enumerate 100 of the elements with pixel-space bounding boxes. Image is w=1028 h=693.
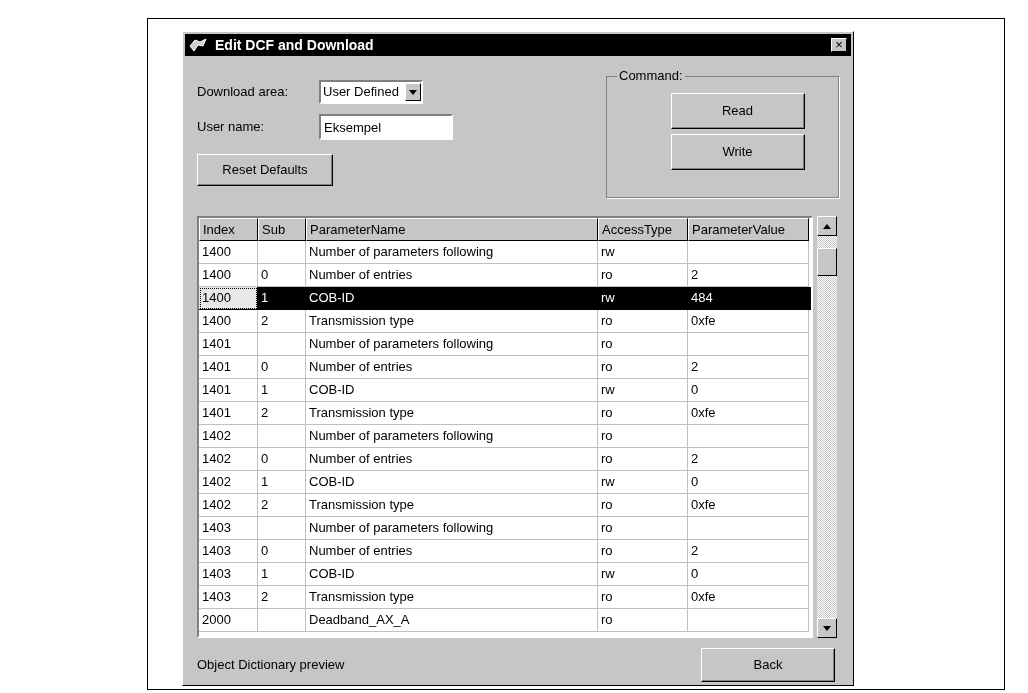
table-cell: 0 [688,471,809,494]
table-cell: 1403 [199,540,258,563]
table-row[interactable]: 1403 2 Transmission type ro 0xfe [199,586,811,609]
table-cell: Number of entries [306,448,598,471]
table-cell: 2 [258,310,306,333]
table-cell: ro [598,333,688,356]
table-cell: 1403 [199,563,258,586]
table-cell: 1402 [199,471,258,494]
reset-defaults-button[interactable]: Reset Defaults [197,154,333,186]
table-cell: 1 [258,563,306,586]
table-row[interactable]: 1403 Number of parameters following ro [199,517,811,540]
table-cell: 1403 [199,517,258,540]
table-cell: Transmission type [306,402,598,425]
scroll-up-icon[interactable] [817,216,837,236]
column-header[interactable]: Index [199,218,258,241]
table-cell: 1401 [199,356,258,379]
table-cell: rw [598,241,688,264]
table-cell: 2 [258,494,306,517]
table-cell: 1402 [199,494,258,517]
table-cell: 2000 [199,609,258,632]
table-cell: 1401 [199,402,258,425]
table-cell: 1401 [199,333,258,356]
table-cell: ro [598,609,688,632]
table-cell: COB-ID [306,287,598,310]
table-row[interactable]: 1401 1 COB-ID rw 0 [199,379,811,402]
column-header[interactable]: ParameterName [306,218,598,241]
table-cell: rw [598,563,688,586]
table-cell: Deadband_AX_A [306,609,598,632]
table-cell: ro [598,540,688,563]
table-row[interactable]: 1402 1 COB-ID rw 0 [199,471,811,494]
table-cell: Transmission type [306,310,598,333]
column-header[interactable]: Sub [258,218,306,241]
table-row[interactable]: 1402 Number of parameters following ro [199,425,811,448]
table-row[interactable]: 1401 2 Transmission type ro 0xfe [199,402,811,425]
table-cell: Number of parameters following [306,333,598,356]
table-cell [258,333,306,356]
table-cell [258,425,306,448]
table-cell: 1402 [199,448,258,471]
table-row[interactable]: 1402 0 Number of entries ro 2 [199,448,811,471]
table-cell [258,609,306,632]
field-label: Download area: [197,83,290,102]
close-button[interactable]: × [831,38,847,52]
table-cell: 0 [688,379,809,402]
table-cell: 2 [688,540,809,563]
table-row[interactable]: 1400 1 COB-ID rw 484 [199,287,811,310]
table-cell: COB-ID [306,379,598,402]
table-cell: 0 [688,563,809,586]
download-area-dropdown[interactable]: User Defined [319,80,423,104]
table-cell: 0xfe [688,586,809,609]
scroll-down-icon[interactable] [817,618,837,638]
table-cell: ro [598,356,688,379]
column-header[interactable]: AccessType [598,218,688,241]
command-button[interactable]: Write [670,134,805,170]
table-row[interactable]: 1402 2 Transmission type ro 0xfe [199,494,811,517]
table-cell: 0xfe [688,402,809,425]
table-row[interactable]: 1400 2 Transmission type ro 0xfe [199,310,811,333]
table-cell: rw [598,287,688,310]
table-cell: 1400 [199,310,258,333]
table-cell: 2 [258,402,306,425]
table-cell [258,241,306,264]
table-cell: Number of parameters following [306,425,598,448]
table-cell: 0 [258,540,306,563]
back-button[interactable]: Back [701,648,835,682]
table-cell: 2 [688,448,809,471]
table-cell: ro [598,448,688,471]
table-cell: 1403 [199,586,258,609]
table-cell: Number of entries [306,540,598,563]
table-cell: 1402 [199,425,258,448]
scrollbar[interactable] [817,216,837,638]
table-cell: COB-ID [306,471,598,494]
command-button[interactable]: Read [670,93,805,129]
table-cell: 1 [258,287,306,310]
column-header[interactable]: ParameterValue [688,218,809,241]
table-cell: ro [598,494,688,517]
table-cell: Transmission type [306,494,598,517]
table-cell: 484 [688,287,809,310]
table-row[interactable]: 1401 Number of parameters following ro [199,333,811,356]
table-cell [258,517,306,540]
table-cell: ro [598,402,688,425]
table-cell: 1 [258,379,306,402]
table-row[interactable]: 1400 Number of parameters following rw [199,241,811,264]
table-cell: 1400 [199,241,258,264]
scroll-thumb[interactable] [817,248,837,276]
table-cell: ro [598,425,688,448]
table-row[interactable]: 2000 Deadband_AX_A ro [199,609,811,632]
table-row[interactable]: 1403 1 COB-ID rw 0 [199,563,811,586]
table-cell: rw [598,471,688,494]
table-cell: 0 [258,448,306,471]
table-cell: 0xfe [688,494,809,517]
app-icon [189,37,207,53]
table-cell: Number of parameters following [306,517,598,540]
table-cell: COB-ID [306,563,598,586]
status-text: Object Dictionary preview [197,656,345,675]
table-cell: 1401 [199,379,258,402]
field-label: User name: [197,118,266,137]
table-row[interactable]: 1403 0 Number of entries ro 2 [199,540,811,563]
table-row[interactable]: 1401 0 Number of entries ro 2 [199,356,811,379]
table-cell: Number of parameters following [306,241,598,264]
user-name-field[interactable]: Eksempel [319,114,453,140]
table-cell: ro [598,586,688,609]
